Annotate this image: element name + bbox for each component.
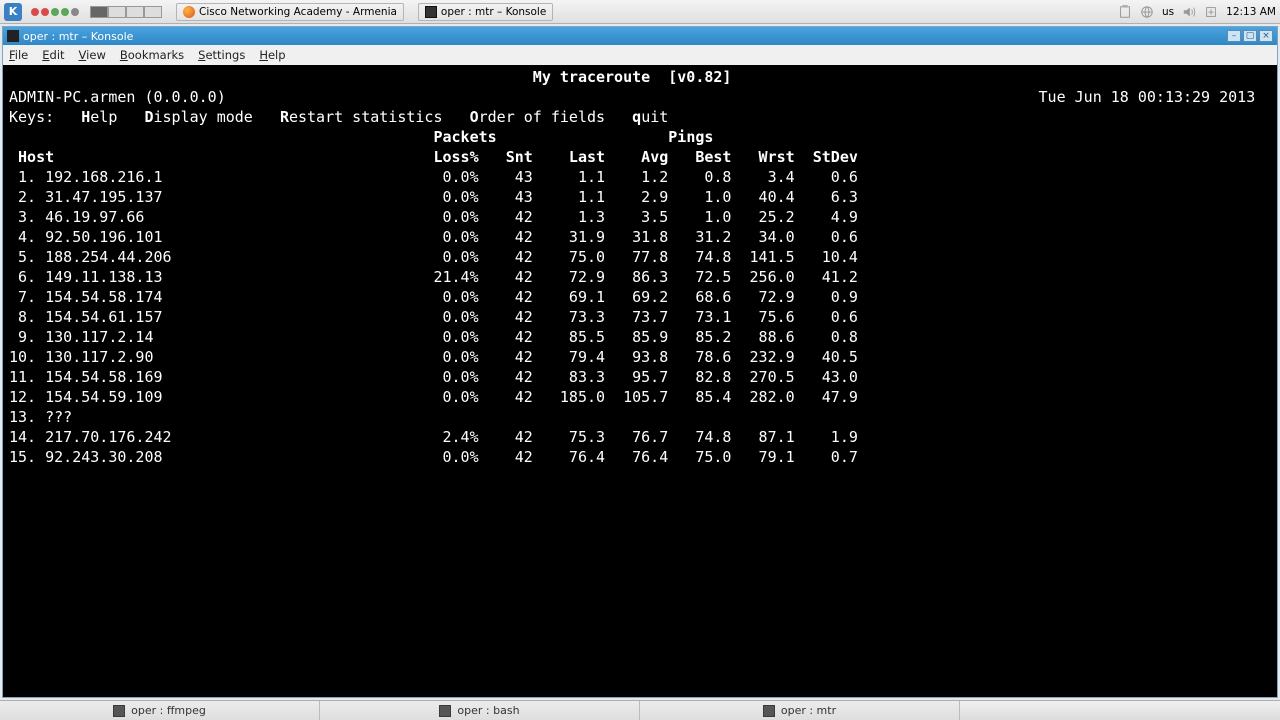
konsole-tab[interactable]: oper : ffmpeg	[0, 701, 320, 720]
panel-left: K Cisco Networking Academy - Armenia ope…	[4, 3, 553, 21]
firefox-icon	[183, 6, 195, 18]
network-icon[interactable]	[1140, 5, 1154, 19]
desktop-icon[interactable]	[108, 6, 126, 18]
menu-help[interactable]: Help	[259, 48, 285, 62]
window-title: oper : mtr – Konsole	[23, 30, 133, 43]
pager-dots[interactable]	[30, 8, 80, 16]
konsole-tab-label: oper : bash	[457, 704, 519, 717]
minimize-button[interactable]: –	[1227, 30, 1241, 42]
konsole-tab-label: oper : ffmpeg	[131, 704, 206, 717]
close-button[interactable]: ×	[1259, 30, 1273, 42]
desktop-icon[interactable]	[90, 6, 108, 18]
taskbar-entry-firefox[interactable]: Cisco Networking Academy - Armenia	[176, 3, 404, 21]
konsole-icon	[439, 705, 451, 717]
konsole-tab[interactable]: oper : mtr	[640, 701, 960, 720]
panel-clock[interactable]: 12:13 AM	[1226, 6, 1276, 18]
konsole-tabbar: oper : ffmpeg oper : bash oper : mtr	[0, 700, 1280, 720]
menubar: File Edit View Bookmarks Settings Help	[3, 45, 1277, 65]
konsole-tab-label: oper : mtr	[781, 704, 836, 717]
taskbar-entry-label: Cisco Networking Academy - Armenia	[199, 6, 397, 18]
pager-dot-icon	[31, 8, 39, 16]
kde-launcher-icon[interactable]: K	[4, 3, 22, 21]
menu-bookmarks[interactable]: Bookmarks	[120, 48, 184, 62]
window-titlebar[interactable]: oper : mtr – Konsole – ▢ ×	[3, 27, 1277, 45]
konsole-icon	[425, 6, 437, 18]
klipper-icon[interactable]	[1118, 5, 1132, 19]
keyboard-layout[interactable]: us	[1162, 6, 1174, 18]
pager-dot-icon	[71, 8, 79, 16]
konsole-icon	[113, 705, 125, 717]
menu-file[interactable]: File	[9, 48, 28, 62]
konsole-icon	[763, 705, 775, 717]
pager-dot-icon	[61, 8, 69, 16]
updates-icon[interactable]	[1204, 5, 1218, 19]
menu-view[interactable]: View	[79, 48, 106, 62]
pager-dot-icon	[51, 8, 59, 16]
desktop-icon[interactable]	[126, 6, 144, 18]
pager-dot-icon	[41, 8, 49, 16]
window-controls: – ▢ ×	[1227, 30, 1273, 42]
menu-settings[interactable]: Settings	[198, 48, 245, 62]
pager-desktops[interactable]	[90, 6, 162, 18]
maximize-button[interactable]: ▢	[1243, 30, 1257, 42]
panel-right: us 12:13 AM	[1118, 5, 1276, 19]
konsole-window: oper : mtr – Konsole – ▢ × File Edit Vie…	[2, 26, 1278, 698]
taskbar-entry-label: oper : mtr – Konsole	[441, 6, 546, 18]
desktop-icon[interactable]	[144, 6, 162, 18]
konsole-icon	[7, 30, 19, 42]
desktop-top-panel: K Cisco Networking Academy - Armenia ope…	[0, 0, 1280, 24]
menu-edit[interactable]: Edit	[42, 48, 64, 62]
taskbar-entry-konsole[interactable]: oper : mtr – Konsole	[418, 3, 553, 21]
volume-icon[interactable]	[1182, 5, 1196, 19]
terminal-output[interactable]: My traceroute [v0.82]ADMIN-PC.armen (0.0…	[3, 65, 1277, 697]
konsole-tab[interactable]: oper : bash	[320, 701, 640, 720]
